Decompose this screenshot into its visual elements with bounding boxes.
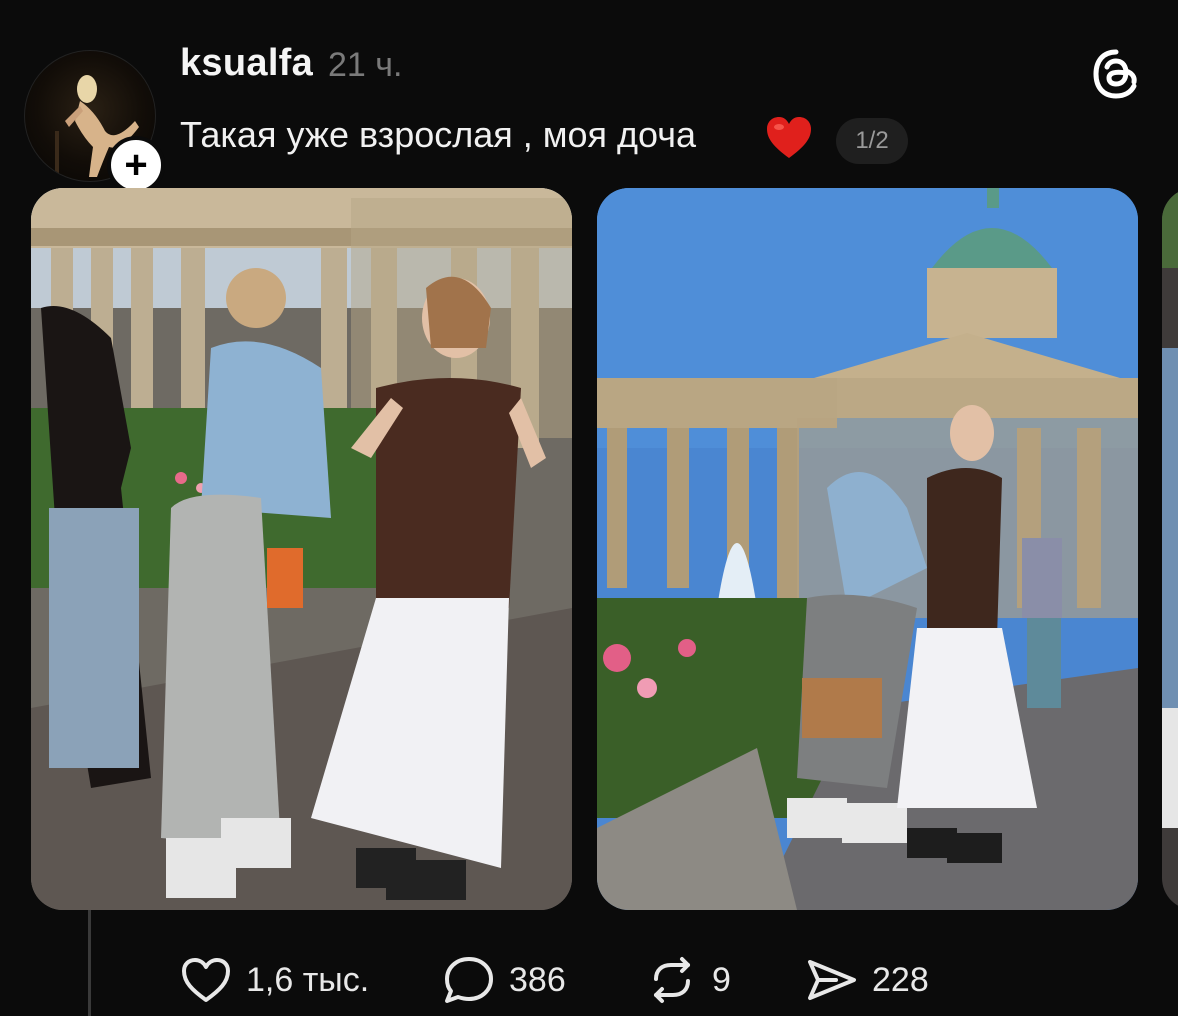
share-button[interactable]: 228 xyxy=(806,950,929,1010)
like-button[interactable]: 1,6 тыс. xyxy=(180,950,369,1010)
heart-icon xyxy=(182,958,230,1002)
plus-icon: + xyxy=(124,143,148,187)
post-caption: Такая уже взрослая , моя доча xyxy=(180,114,697,155)
share-count: 228 xyxy=(872,960,929,999)
comment-button[interactable]: 386 xyxy=(443,950,566,1010)
repost-icon xyxy=(654,957,690,1003)
page-indicator: 1/2 xyxy=(836,118,908,164)
post-time: 21 ч. xyxy=(328,46,403,84)
action-bar: 1,6 тыс. 386 9 228 xyxy=(0,950,1178,1010)
post-photo-3[interactable] xyxy=(1162,188,1178,910)
photo-2-image xyxy=(597,188,1138,910)
post-photo-1[interactable] xyxy=(31,188,572,910)
like-count: 1,6 тыс. xyxy=(246,960,370,999)
follow-plus-button[interactable]: + xyxy=(107,136,165,194)
threads-logo-icon[interactable] xyxy=(1088,46,1144,102)
send-icon xyxy=(808,960,856,1000)
photo-3-image xyxy=(1162,188,1178,910)
photo-1-image xyxy=(31,188,572,910)
post-photo-2[interactable] xyxy=(597,188,1138,910)
comment-bubble-icon xyxy=(445,957,493,1003)
repost-button[interactable]: 9 xyxy=(646,950,731,1010)
red-heart-icon xyxy=(767,117,811,158)
username[interactable]: ksualfa xyxy=(180,42,313,85)
repost-count: 9 xyxy=(712,960,731,999)
comment-count: 386 xyxy=(509,960,566,999)
